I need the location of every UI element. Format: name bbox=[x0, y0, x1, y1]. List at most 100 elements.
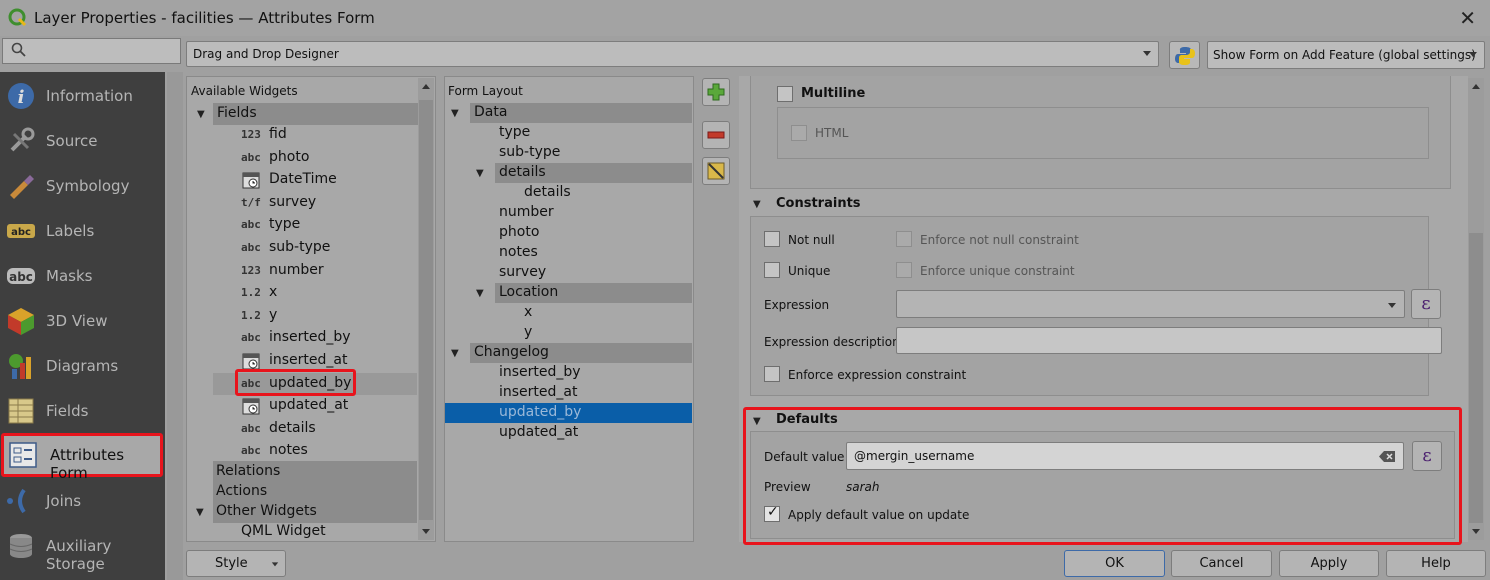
layout-item-number[interactable]: number bbox=[499, 203, 649, 223]
invert-icon bbox=[707, 162, 725, 180]
layout-group-details[interactable]: details bbox=[495, 163, 692, 183]
expand-arrow-icon[interactable]: ▼ bbox=[197, 109, 205, 120]
tree-group-actions[interactable]: Actions bbox=[213, 481, 417, 503]
field-row-x[interactable]: 1.2 x bbox=[213, 282, 417, 304]
field-name: details bbox=[269, 419, 316, 436]
field-row-notes[interactable]: abc notes bbox=[213, 440, 417, 462]
sidebar-item-fields[interactable]: Fields bbox=[0, 389, 165, 433]
info-icon: i bbox=[8, 83, 34, 109]
invert-selection-button[interactable] bbox=[702, 157, 730, 185]
sidebar-item-symbology[interactable]: Symbology bbox=[0, 164, 165, 208]
layout-group-data[interactable]: Data bbox=[470, 103, 692, 123]
default-value-input[interactable]: @mergin_username bbox=[846, 442, 1404, 470]
expression-input[interactable] bbox=[896, 290, 1405, 318]
field-row-photo[interactable]: abc photo bbox=[213, 147, 417, 169]
layout-item-type[interactable]: type bbox=[499, 123, 649, 143]
scroll-up-icon[interactable] bbox=[1471, 82, 1481, 92]
sidebar-item-diagrams[interactable]: Diagrams bbox=[0, 344, 165, 388]
unique-checkbox[interactable] bbox=[764, 262, 780, 278]
show-form-select[interactable]: Show Form on Add Feature (global setting… bbox=[1207, 41, 1485, 69]
constraints-header: Constraints bbox=[776, 196, 861, 211]
expand-arrow-icon[interactable]: ▼ bbox=[476, 168, 484, 179]
tree-group-other-widgets[interactable]: Other Widgets bbox=[213, 501, 417, 523]
sidebar-item-attributes-form[interactable]: Attributes Form bbox=[1, 433, 163, 482]
help-button[interactable]: Help bbox=[1386, 550, 1486, 577]
expand-arrow-icon[interactable]: ▼ bbox=[451, 108, 459, 119]
layout-item-inserted-by[interactable]: inserted_by bbox=[499, 363, 649, 383]
enforce-expression-checkbox[interactable] bbox=[764, 366, 780, 382]
layout-item-updated-at[interactable]: updated_at bbox=[499, 423, 649, 443]
default-expression-button[interactable]: ε bbox=[1412, 441, 1442, 471]
field-type-icon: 1.2 bbox=[241, 286, 261, 300]
sidebar-scrollbar[interactable] bbox=[167, 72, 183, 580]
enforce-not-null-checkbox[interactable] bbox=[896, 231, 912, 247]
designer-select[interactable]: Drag and Drop Designer bbox=[186, 41, 1159, 67]
field-row-datetime[interactable]: DateTime bbox=[213, 169, 417, 191]
sidebar-item-labels[interactable]: abc Labels bbox=[0, 209, 165, 253]
style-button[interactable]: Style bbox=[186, 550, 286, 577]
sidebar-item-joins[interactable]: Joins bbox=[0, 479, 165, 523]
tree-group-fields[interactable]: Fields bbox=[213, 103, 418, 125]
sidebar-item-3d-view[interactable]: 3D View bbox=[0, 299, 165, 343]
expand-arrow-icon[interactable]: ▼ bbox=[476, 288, 484, 299]
layout-item-survey[interactable]: survey bbox=[499, 263, 649, 283]
multiline-checkbox[interactable] bbox=[777, 86, 793, 102]
expand-arrow-icon[interactable]: ▼ bbox=[451, 348, 459, 359]
field-name: y bbox=[269, 306, 278, 323]
tree-item-qml-widget[interactable]: QML Widget bbox=[241, 521, 417, 543]
layout-group-changelog[interactable]: Changelog bbox=[470, 343, 692, 363]
field-row-type[interactable]: abc type bbox=[213, 214, 417, 236]
python-init-button[interactable] bbox=[1169, 41, 1200, 69]
nav-search-input[interactable] bbox=[2, 38, 181, 64]
field-name: x bbox=[269, 284, 278, 301]
add-container-button[interactable] bbox=[702, 78, 730, 106]
layout-item-updated-by[interactable]: updated_by bbox=[445, 403, 692, 423]
field-row-y[interactable]: 1.2 y bbox=[213, 305, 417, 327]
layout-item-x[interactable]: x bbox=[524, 303, 674, 323]
html-box: HTML bbox=[777, 107, 1429, 159]
scroll-up-icon[interactable] bbox=[421, 82, 431, 92]
field-row-number[interactable]: 123 number bbox=[213, 260, 417, 282]
not-null-checkbox[interactable] bbox=[764, 231, 780, 247]
layout-item-notes[interactable]: notes bbox=[499, 243, 649, 263]
expression-builder-button[interactable]: ε bbox=[1411, 289, 1441, 319]
scroll-down-icon[interactable] bbox=[421, 526, 431, 536]
collapse-defaults-icon[interactable]: ▼ bbox=[753, 416, 761, 427]
sidebar-item-information[interactable]: i Information bbox=[0, 74, 165, 118]
available-widgets-scrollbar[interactable] bbox=[418, 78, 434, 540]
layout-item-inserted-at[interactable]: inserted_at bbox=[499, 383, 649, 403]
apply-button[interactable]: Apply bbox=[1279, 550, 1379, 577]
tree-group-relations[interactable]: Relations bbox=[213, 461, 417, 483]
field-row-updated-at[interactable]: updated_at bbox=[213, 395, 417, 417]
layout-item-details[interactable]: details bbox=[524, 183, 674, 203]
enforce-unique-checkbox[interactable] bbox=[896, 262, 912, 278]
updated-by-highlight bbox=[235, 369, 356, 396]
field-row-details[interactable]: abc details bbox=[213, 418, 417, 440]
collapse-constraints-icon[interactable]: ▼ bbox=[753, 199, 761, 210]
expression-description-input[interactable] bbox=[896, 327, 1442, 354]
clear-icon[interactable] bbox=[1379, 451, 1395, 462]
cancel-button[interactable]: Cancel bbox=[1171, 550, 1272, 577]
layout-item-y[interactable]: y bbox=[524, 323, 674, 343]
field-row-survey[interactable]: t/f survey bbox=[213, 192, 417, 214]
sidebar-item-masks[interactable]: abc Masks bbox=[0, 254, 165, 298]
field-row-sub-type[interactable]: abc sub-type bbox=[213, 237, 417, 259]
layout-item-sub-type[interactable]: sub-type bbox=[499, 143, 649, 163]
expand-arrow-icon[interactable]: ▼ bbox=[196, 507, 204, 518]
config-scrollbar[interactable] bbox=[1468, 78, 1484, 540]
ok-button[interactable]: OK bbox=[1064, 550, 1165, 577]
layout-item-photo[interactable]: photo bbox=[499, 223, 649, 243]
remove-item-button[interactable] bbox=[702, 121, 730, 149]
close-icon[interactable]: ✕ bbox=[1459, 6, 1476, 30]
diagrams-icon bbox=[9, 354, 31, 379]
html-checkbox[interactable] bbox=[791, 125, 807, 141]
layout-group-location[interactable]: Location bbox=[495, 283, 692, 303]
field-row-inserted-by[interactable]: abc inserted_by bbox=[213, 327, 417, 349]
scroll-down-icon[interactable] bbox=[1471, 526, 1481, 536]
sidebar-item-source[interactable]: Source bbox=[0, 119, 165, 163]
field-row-fid[interactable]: 123 fid bbox=[213, 124, 417, 146]
source-icon bbox=[10, 127, 35, 152]
apply-on-update-checkbox[interactable]: ✓ bbox=[764, 504, 780, 522]
constraints-box: Not null Enforce not null constraint Uni… bbox=[750, 216, 1442, 396]
sidebar-item-auxiliary-storage[interactable]: Auxiliary Storage bbox=[0, 524, 165, 573]
